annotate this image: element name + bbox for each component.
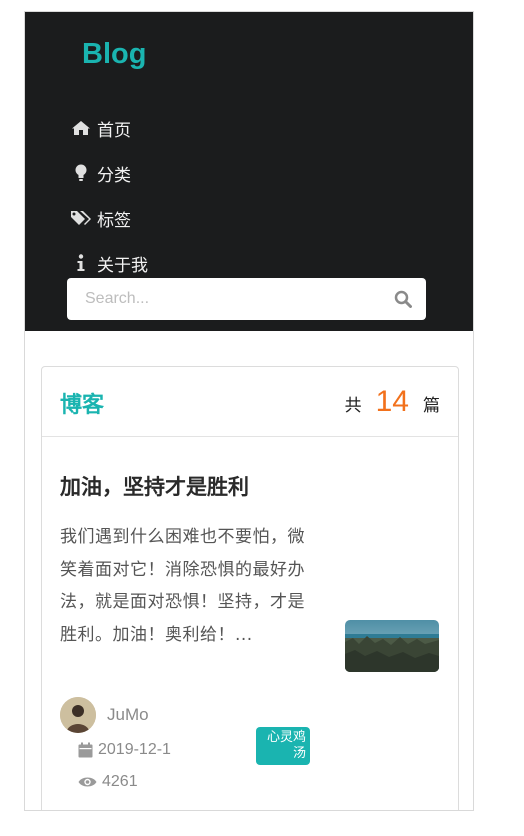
nav-label-category: 分类 (97, 165, 131, 186)
brand-logo[interactable]: Blog (82, 38, 146, 71)
category-badge[interactable]: 心灵鸡汤 (256, 727, 310, 765)
nav-label-home: 首页 (97, 120, 131, 141)
page-frame: Blog 首页 分类 标签 关于我 Search... 博客 共 14 篇 加油… (24, 11, 474, 811)
home-icon (69, 120, 93, 136)
calendar-icon (78, 742, 93, 758)
post-count: 共 14 篇 (345, 385, 440, 419)
search-box (67, 278, 426, 320)
search-input[interactable] (67, 278, 387, 320)
count-number: 14 (375, 385, 409, 418)
post-date-text: 2019-12-1 (98, 741, 171, 758)
blog-list-card: 博客 共 14 篇 加油，坚持才是胜利 我们遇到什么困难也不要怕，微笑着面对它！… (41, 366, 459, 810)
nav-label-tags: 标签 (97, 210, 131, 231)
nav-item-home[interactable]: 首页 (69, 114, 131, 142)
nav-item-about[interactable]: 关于我 (69, 249, 148, 277)
tags-icon (69, 209, 93, 227)
nav-label-about: 关于我 (97, 255, 148, 276)
nav-item-tags[interactable]: 标签 (69, 204, 131, 232)
post-views-text: 4261 (102, 773, 138, 790)
info-icon (69, 254, 93, 272)
post-excerpt: 我们遇到什么困难也不要怕，微笑着面对它！消除恐惧的最好办法，就是面对恐惧！坚持，… (60, 527, 305, 645)
post-date: 2019-12-1 (78, 741, 171, 759)
site-header: Blog 首页 分类 标签 关于我 (25, 12, 473, 331)
card-header: 博客 共 14 篇 (42, 367, 458, 437)
lightbulb-icon (69, 164, 93, 182)
post-views: 4261 (78, 773, 138, 791)
count-suffix: 篇 (423, 396, 440, 416)
author-name[interactable]: JuMo (107, 705, 149, 725)
author-avatar[interactable] (60, 697, 96, 733)
count-prefix: 共 (344, 396, 362, 416)
card-title: 博客 (60, 393, 105, 418)
post-thumbnail[interactable] (345, 620, 439, 672)
search-icon[interactable] (394, 290, 412, 308)
nav-item-category[interactable]: 分类 (69, 159, 131, 187)
eye-icon (78, 776, 97, 788)
post-title[interactable]: 加油，坚持才是胜利 (60, 471, 249, 501)
